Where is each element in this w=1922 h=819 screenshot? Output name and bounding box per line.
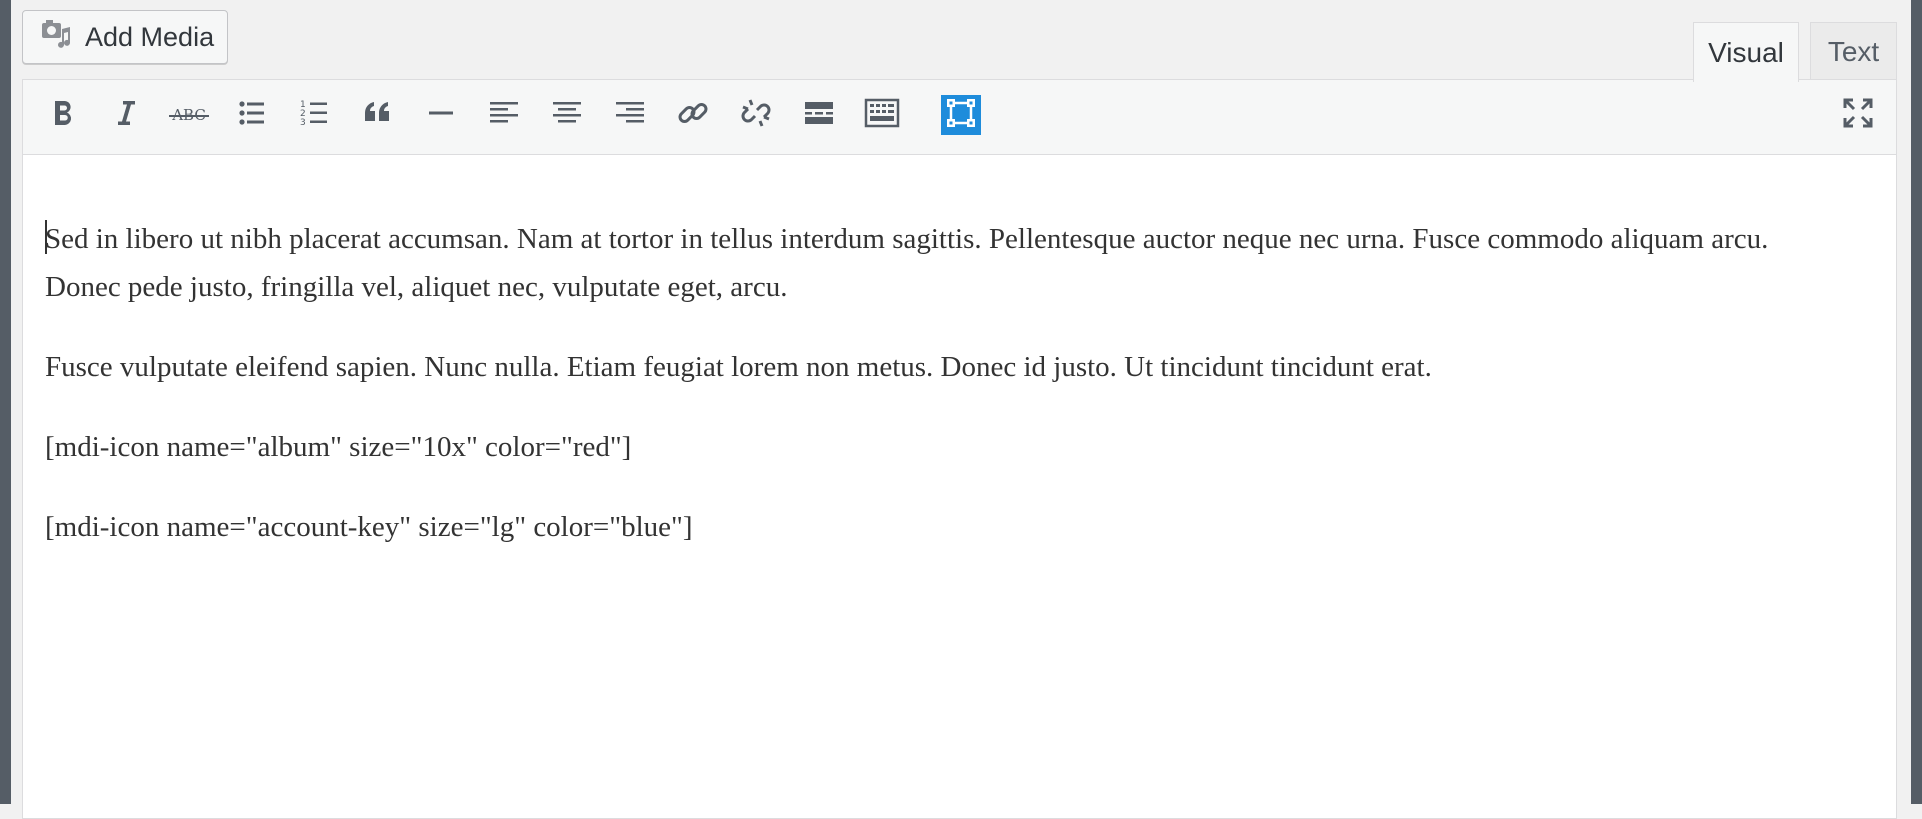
add-media-button[interactable]: Add Media (22, 10, 228, 64)
align-left-button[interactable] (484, 95, 524, 135)
italic-icon (108, 95, 144, 136)
tab-visual-label: Visual (1708, 36, 1784, 68)
insert-link-button[interactable] (673, 95, 713, 135)
fullscreen-button[interactable] (1838, 95, 1878, 135)
add-media-label: Add Media (85, 21, 215, 52)
editor-frame: ABC 123 Sed in libero ut nibh placerat a… (22, 79, 1897, 819)
tab-text[interactable]: Text (1810, 22, 1897, 80)
align-center-button[interactable] (547, 95, 587, 135)
mdi-icon-button-icon (943, 95, 979, 136)
content-paragraph-2: Fusce vulputate eleifend sapien. Nunc nu… (45, 351, 1432, 383)
read-more-button[interactable] (799, 95, 839, 135)
bold-button[interactable] (43, 95, 83, 135)
horizontal-rule-icon (423, 95, 459, 136)
add-media-icon (39, 17, 73, 58)
align-right-button[interactable] (610, 95, 650, 135)
unlink-icon (738, 95, 774, 136)
bullet-list-button[interactable] (232, 95, 272, 135)
toolbar-toggle-button[interactable] (862, 95, 902, 135)
editor-content[interactable]: Sed in libero ut nibh placerat accumsan.… (45, 215, 1836, 583)
italic-button[interactable] (106, 95, 146, 135)
unlink-button[interactable] (736, 95, 776, 135)
mdi-icon-button[interactable] (941, 95, 981, 135)
toolbar-toggle-icon (864, 95, 900, 136)
svg-text:3: 3 (300, 118, 306, 128)
link-icon (675, 95, 711, 136)
shortcode-album: [mdi-icon name="album" size="10x" color=… (45, 431, 632, 463)
strikethrough-button[interactable]: ABC (169, 95, 209, 135)
tab-text-label: Text (1827, 35, 1880, 67)
numbered-list-icon: 123 (297, 95, 333, 136)
bold-icon (45, 95, 81, 136)
shortcode-account-key: [mdi-icon name="account-key" size="lg" c… (45, 511, 693, 543)
numbered-list-button[interactable]: 123 (295, 95, 335, 135)
editor-toolbar: ABC 123 (23, 80, 1896, 155)
align-left-icon (486, 95, 522, 136)
fullscreen-icon (1840, 95, 1876, 136)
content-paragraph-1: Sed in libero ut nibh placerat accumsan.… (45, 215, 1836, 311)
horizontal-rule-button[interactable] (421, 95, 461, 135)
blockquote-icon (360, 95, 396, 136)
tab-visual[interactable]: Visual (1693, 22, 1799, 82)
strikethrough-icon: ABC (169, 106, 209, 124)
blockquote-button[interactable] (358, 95, 398, 135)
bullet-list-icon (234, 95, 270, 136)
read-more-icon (801, 95, 837, 136)
left-border (0, 0, 11, 804)
right-border (1911, 0, 1922, 804)
align-center-icon (549, 95, 585, 136)
align-right-icon (612, 95, 648, 136)
